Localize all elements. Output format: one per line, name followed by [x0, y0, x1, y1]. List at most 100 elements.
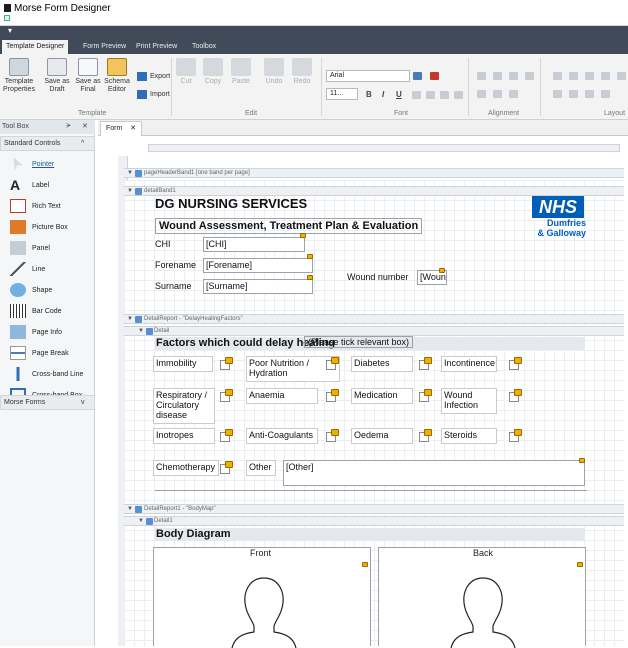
checkbox-incontinence[interactable] — [509, 357, 522, 370]
align-tops-icon[interactable] — [525, 72, 534, 80]
nhs-logo[interactable]: NHS Dumfries & Galloway — [530, 196, 586, 252]
checkbox-medication[interactable] — [419, 389, 432, 402]
align-rights-icon[interactable] — [509, 72, 518, 80]
other-field[interactable]: [Other] — [283, 460, 585, 486]
band-detail-report-bodymap[interactable]: ▼ DetailReport1 - "BodyMap" — [124, 504, 624, 514]
factor-chemotherapy[interactable]: Chemotherapy — [153, 460, 219, 476]
import-button[interactable]: Import — [137, 90, 170, 99]
factor-incontinence[interactable]: Incontinence — [441, 356, 497, 372]
toolbox-category-morse-forms[interactable]: Morse Forms v — [0, 395, 95, 410]
checkbox-wound-infection[interactable] — [509, 389, 522, 402]
spacing-icon[interactable] — [617, 72, 626, 80]
delay-hint[interactable]: (Please tick relevant box) — [304, 336, 414, 348]
tab-print-preview[interactable]: Print Preview — [132, 40, 181, 54]
factor-medication[interactable]: Medication — [351, 388, 413, 404]
save-final-button[interactable]: Save as Final — [75, 58, 101, 94]
toolbox-item-pointer[interactable]: Pointer — [0, 154, 94, 174]
fore-color-icon[interactable] — [430, 72, 439, 80]
align-grid-icon[interactable] — [509, 90, 518, 98]
close-tab-icon[interactable]: ✕ — [130, 125, 136, 132]
close-icon[interactable]: ✕ — [82, 120, 88, 134]
copy-button[interactable]: Copy — [202, 58, 224, 86]
justify-icon[interactable] — [454, 91, 463, 99]
factor-steroids[interactable]: Steroids — [441, 428, 497, 444]
factor-anti-coagulants[interactable]: Anti-Coagulants — [246, 428, 318, 444]
tab-toolbox[interactable]: Toolbox — [188, 40, 220, 54]
qat-dropdown-icon[interactable]: ▾ — [8, 26, 12, 35]
bold-button[interactable]: B — [366, 90, 372, 99]
surname-field[interactable]: [Surname] — [203, 279, 313, 294]
toolbox-item-label[interactable]: A Label — [0, 175, 94, 195]
toolbox-item-shape[interactable]: Shape — [0, 280, 94, 300]
checkbox-respiratory[interactable] — [220, 389, 233, 402]
factor-anaemia[interactable]: Anaemia — [246, 388, 318, 404]
font-name-select[interactable]: Arial — [326, 70, 410, 82]
front-diagram-box[interactable]: Front — [153, 547, 371, 648]
toolbox-item-cross-band-line[interactable]: Cross-band Line — [0, 364, 94, 384]
schema-editor-button[interactable]: Schema Editor — [102, 58, 132, 94]
h-spacing-icon[interactable] — [553, 90, 562, 98]
band-detail-report-delay[interactable]: ▼ DetailReport - "DelayHealingFactors" — [124, 314, 624, 324]
paste-button[interactable]: Paste — [229, 58, 253, 86]
toolbox-item-page-info[interactable]: Page Info — [0, 322, 94, 342]
template-properties-button[interactable]: Template Properties — [2, 58, 36, 94]
align-centers-icon[interactable] — [493, 72, 502, 80]
factor-other[interactable]: Other — [246, 460, 276, 476]
band-detail-sub[interactable]: ▼ Detail1 — [124, 516, 624, 526]
tab-template-designer[interactable]: Template Designer — [2, 40, 69, 54]
factor-respiratory[interactable]: Respiratory / Circulatory disease — [153, 388, 215, 424]
chi-field[interactable]: [CHI] — [203, 237, 305, 252]
align-lefts-icon[interactable] — [477, 72, 486, 80]
align-right-icon[interactable] — [440, 91, 449, 99]
factor-diabetes[interactable]: Diabetes — [351, 356, 413, 372]
align-left-icon[interactable] — [412, 91, 421, 99]
band-detail[interactable]: ▼ detailBand1 — [124, 186, 624, 196]
back-diagram-box[interactable]: Back — [378, 547, 586, 648]
same-width-icon[interactable] — [585, 72, 594, 80]
checkbox-steroids[interactable] — [509, 429, 522, 442]
toolbox-item-line[interactable]: Line — [0, 259, 94, 279]
toolbox-item-picture-box[interactable]: Picture Box — [0, 217, 94, 237]
undo-button[interactable]: Undo — [263, 58, 285, 86]
save-draft-button[interactable]: Save as Draft — [43, 58, 71, 94]
decrease-spacing-icon[interactable] — [601, 90, 610, 98]
checkbox-oedema[interactable] — [419, 429, 432, 442]
back-color-icon[interactable] — [413, 72, 422, 80]
checkbox-diabetes[interactable] — [419, 357, 432, 370]
factor-wound-infection[interactable]: Wound Infection — [441, 388, 497, 414]
form-heading[interactable]: Wound Assessment, Treatment Plan & Evalu… — [155, 218, 423, 234]
same-size-icon[interactable] — [569, 72, 578, 80]
forename-field[interactable]: [Forename] — [203, 258, 313, 273]
tab-form-preview[interactable]: Form Preview — [79, 40, 130, 54]
band-detail-sub[interactable]: ▼ Detail — [124, 326, 624, 336]
toolbox-item-rich-text[interactable]: Rich Text — [0, 196, 94, 216]
cut-button[interactable]: Cut — [175, 58, 197, 86]
align-bottoms-icon[interactable] — [493, 90, 502, 98]
toolbox-item-panel[interactable]: Panel — [0, 238, 94, 258]
checkbox-nutrition[interactable] — [326, 357, 339, 370]
italic-button[interactable]: I — [382, 90, 384, 99]
band-page-header[interactable]: ▼ pageHeaderBand1 [one band per page] — [124, 168, 624, 178]
factor-oedema[interactable]: Oedema — [351, 428, 413, 444]
checkbox-anaemia[interactable] — [326, 389, 339, 402]
checkbox-inotropes[interactable] — [220, 429, 233, 442]
pin-icon[interactable]: ᗒ — [66, 120, 71, 134]
toolbox-item-bar-code[interactable]: Bar Code — [0, 301, 94, 321]
redo-button[interactable]: Redo — [291, 58, 313, 86]
tab-form[interactable]: Form ✕ — [100, 121, 143, 136]
align-center-icon[interactable] — [426, 91, 435, 99]
toolbox-item-page-break[interactable]: Page Break — [0, 343, 94, 363]
increase-spacing-icon[interactable] — [585, 90, 594, 98]
body-diagram-heading[interactable]: Body Diagram — [156, 528, 231, 540]
size-to-grid-icon[interactable] — [553, 72, 562, 80]
org-title[interactable]: DG NURSING SERVICES — [155, 196, 307, 211]
checkbox-immobility[interactable] — [220, 357, 233, 370]
same-height-icon[interactable] — [601, 72, 610, 80]
factor-inotropes[interactable]: Inotropes — [153, 428, 215, 444]
toolbox-category-standard[interactable]: Standard Controls ^ — [0, 136, 95, 151]
align-middles-icon[interactable] — [477, 90, 486, 98]
checkbox-chemotherapy[interactable] — [220, 461, 233, 474]
checkbox-anti-coagulants[interactable] — [326, 429, 339, 442]
factor-immobility[interactable]: Immobility — [153, 356, 213, 372]
v-spacing-icon[interactable] — [569, 90, 578, 98]
